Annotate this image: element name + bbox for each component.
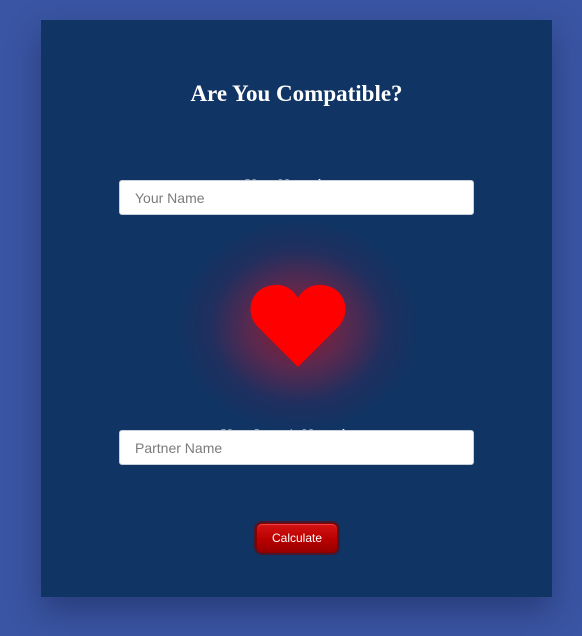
heart-icon [250, 283, 346, 369]
partner-name-input[interactable] [119, 430, 474, 465]
page: Are You Compatible? Your Name here: Your… [0, 0, 582, 636]
calculate-button[interactable]: Calculate [256, 523, 338, 553]
compatibility-card: Are You Compatible? Your Name here: Your… [41, 20, 552, 597]
page-title: Are You Compatible? [190, 81, 403, 106]
your-name-input[interactable] [119, 180, 474, 215]
